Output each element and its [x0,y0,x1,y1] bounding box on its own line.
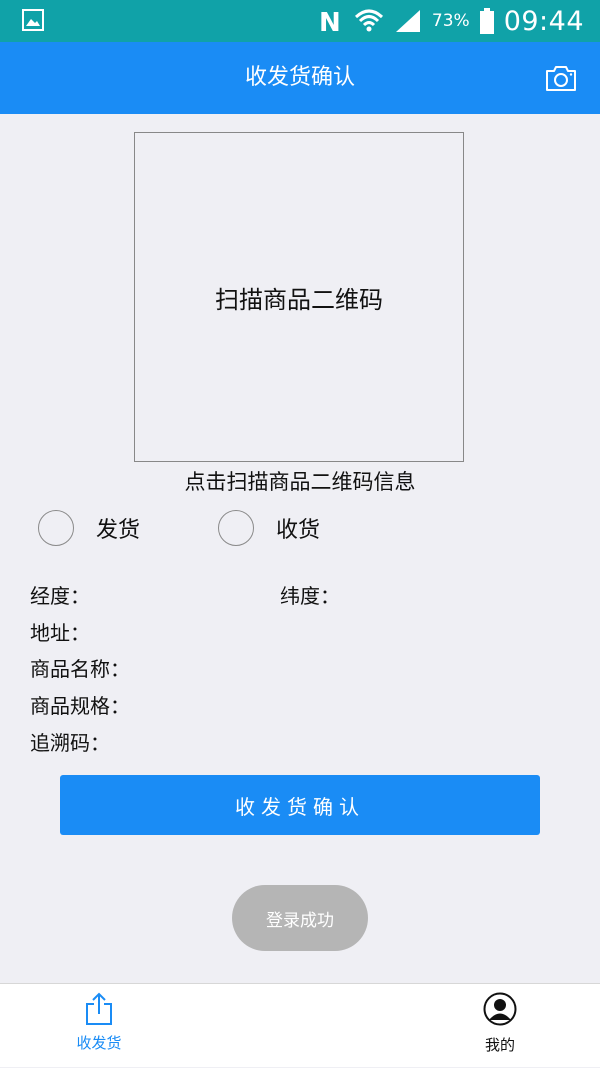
status-bar: N 73% 09:44 [0,0,600,42]
signal-icon [395,10,420,32]
battery-icon [479,8,494,34]
tab-mine-label: 我的 [484,1036,515,1054]
latitude-label: 纬度： [280,584,340,608]
nav-bar: 收发货确认 [0,42,600,114]
confirm-shipment-button[interactable]: 收发货确认 [60,775,540,835]
address-label: 地址： [30,621,90,645]
toast-message: 登录成功 [232,885,368,951]
battery-percent: 73% [431,11,470,31]
tab-bar: 收发货 我的 [0,983,600,1067]
tab-ship-receive-label: 收发货 [76,1034,122,1052]
radio-receive[interactable]: 收货 [218,510,320,546]
share-upload-icon [86,992,112,1025]
nfc-icon: N [319,8,341,34]
radio-circle[interactable] [218,510,254,546]
scan-box-text: 扫描商品二维码 [215,285,383,314]
user-avatar-icon [483,992,517,1026]
product-spec-label: 商品规格： [30,694,130,718]
radio-ship-label: 发货 [96,518,141,543]
scan-qr-box[interactable]: 扫描商品二维码 [134,132,464,462]
camera-icon[interactable] [544,64,578,92]
wifi-icon [354,9,383,32]
gallery-icon [22,9,44,31]
product-name-label: 商品名称： [30,657,130,681]
ship-receive-radio-group: 发货 收货 [0,510,600,552]
scan-caption[interactable]: 点击扫描商品二维码信息 [0,466,600,496]
radio-circle[interactable] [38,510,74,546]
tab-mine[interactable]: 我的 [450,984,550,1068]
tab-ship-receive[interactable]: 收发货 [49,984,149,1068]
radio-ship[interactable]: 发货 [38,510,140,546]
longitude-label: 经度： [30,584,90,608]
status-time: 09:44 [503,5,584,37]
trace-code-label: 追溯码： [30,731,110,755]
radio-receive-label: 收货 [276,518,321,543]
page-title: 收发货确认 [244,65,355,90]
svg-text:N: N [319,8,341,34]
